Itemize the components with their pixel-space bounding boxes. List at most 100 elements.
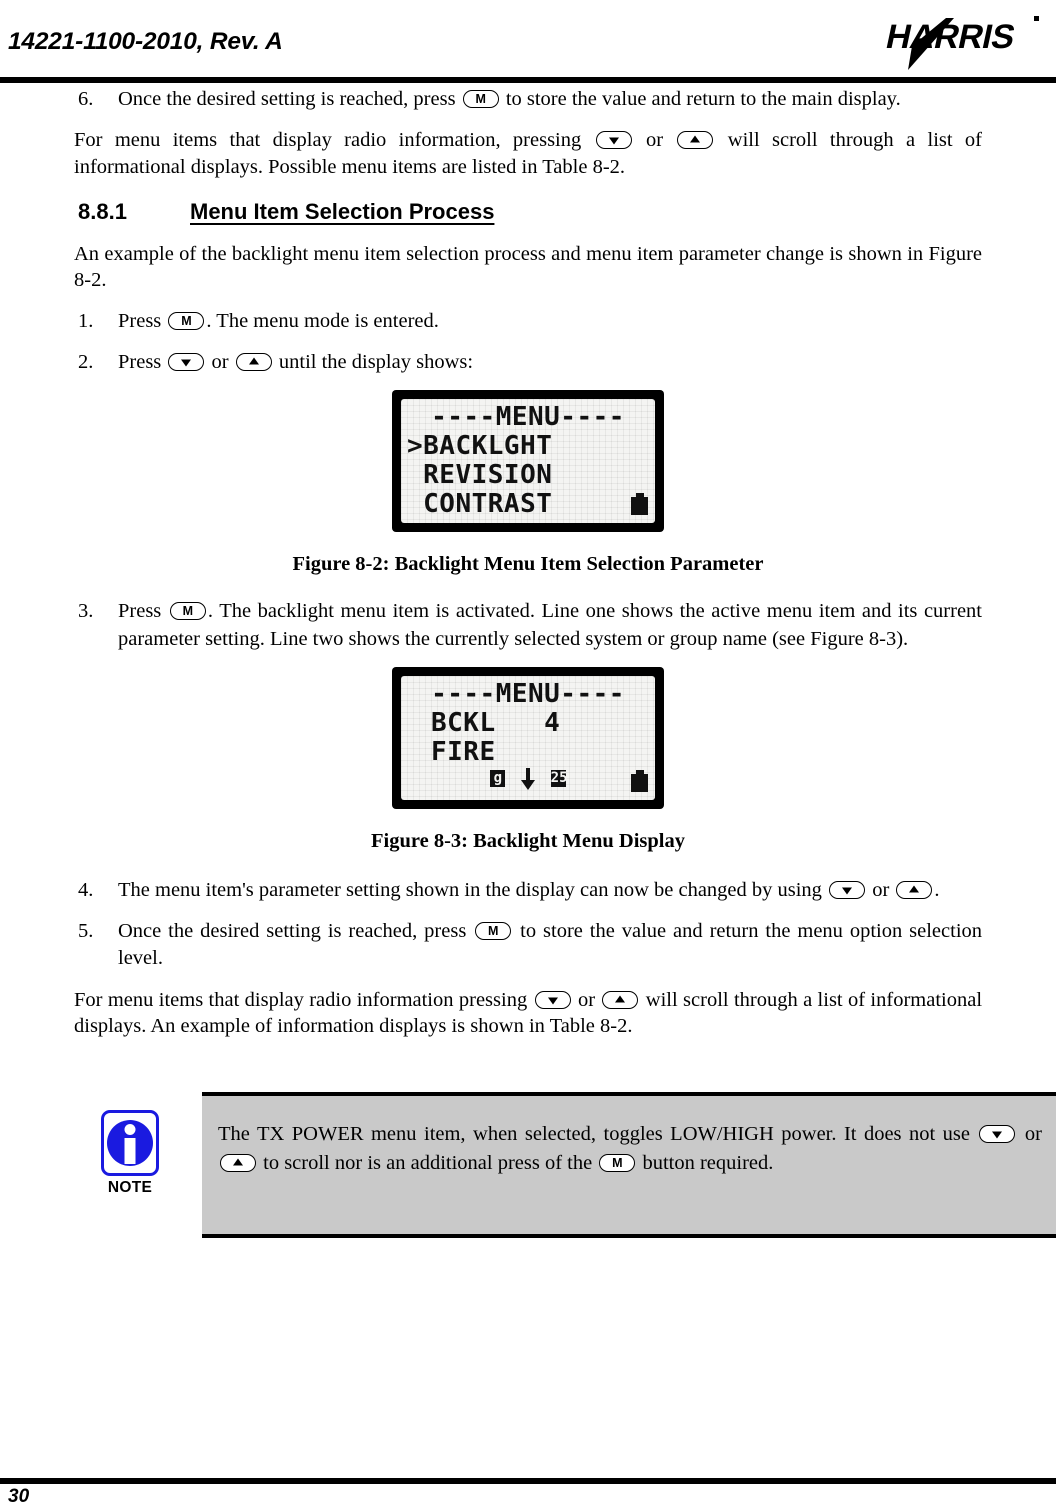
lcd-status-icon-row: g 25 (401, 767, 655, 794)
page-header: 14221-1100-2010, Rev. A HARRIS (0, 16, 1056, 83)
note-text-b: or (1024, 1123, 1042, 1145)
list-text-before: Press (118, 351, 162, 374)
channel-indicator-icon: 25 (550, 770, 568, 788)
list-text-after: . The menu mode is entered. (206, 309, 439, 332)
down-arrow-icon (520, 767, 536, 790)
note-label: NOTE (107, 1179, 153, 1196)
menu-key-icon[interactable]: M (475, 922, 512, 941)
group-indicator-icon: g (490, 770, 506, 788)
figure-caption: Figure 8-3: Backlight Menu Display (371, 829, 685, 852)
down-key-icon[interactable] (534, 990, 571, 1009)
down-key-icon[interactable] (168, 353, 205, 372)
battery-icon (631, 493, 648, 516)
lcd-line-4: CONTRAST (407, 489, 553, 520)
menu-key-icon[interactable]: M (168, 311, 205, 330)
list-number: 5. (78, 920, 94, 943)
battery-icon (631, 769, 648, 792)
lcd-line-2: BCKL 4 (431, 707, 561, 738)
lcd-line-3: FIRE (431, 736, 496, 767)
list-item: 1. Press M . The menu mode is entered. (74, 308, 982, 335)
list-text-before: Press (118, 309, 162, 332)
battery-body (631, 773, 648, 792)
lcd-line-3: REVISION (407, 460, 553, 491)
figure-8-3: ----MENU---- BCKL 4 FIRE g 25 Figure 8-3… (74, 666, 982, 853)
paragraph-scroll-info-1: For menu items that display radio inform… (74, 127, 982, 180)
radio-lcd-display: ----MENU---- BCKL 4 FIRE g 25 (392, 666, 664, 809)
note-text-c: to scroll nor is an additional press of … (263, 1152, 593, 1175)
list-text-mid: or (872, 878, 890, 901)
lcd-line-1: ----MENU---- (431, 678, 625, 709)
up-triangle-icon (909, 885, 920, 893)
list-text-before: The menu item's parameter setting shown … (118, 878, 822, 901)
menu-key-label: M (182, 604, 194, 619)
menu-key-icon[interactable]: M (599, 1154, 636, 1173)
up-triangle-icon (248, 357, 259, 365)
info-icon-stem (124, 1138, 136, 1164)
list-item: 2. Press or until the display shows: (74, 349, 982, 376)
list-number: 6. (78, 88, 94, 110)
header-rule (0, 77, 1056, 83)
menu-key-label: M (488, 924, 499, 939)
page-number: 30 (8, 1486, 30, 1507)
down-triangle-icon (181, 359, 192, 367)
document-number: 14221-1100-2010, Rev. A (8, 28, 283, 55)
down-triangle-icon (547, 997, 558, 1005)
up-key-icon[interactable] (220, 1154, 256, 1173)
down-triangle-icon (992, 1131, 1003, 1139)
paragraph-example-intro: An example of the backlight menu item se… (74, 242, 982, 292)
list-text-after: . (934, 878, 940, 901)
menu-key-label: M (181, 313, 192, 328)
list-item: 3. Press M. The backlight menu item is a… (74, 598, 982, 653)
down-triangle-icon (608, 137, 619, 145)
down-key-icon[interactable] (595, 131, 632, 150)
up-key-icon[interactable] (235, 353, 272, 372)
info-icon (101, 1110, 159, 1176)
paragraph-part-b: or (577, 988, 596, 1011)
list-text-mid: or (211, 351, 229, 374)
note-text: The TX POWER menu item, when selected, t… (218, 1120, 1042, 1178)
paragraph-scroll-info-2: For menu items that display radio inform… (74, 987, 982, 1040)
section-heading: 8.8.1 Menu Item Selection Process (74, 199, 982, 227)
paragraph-part-b: or (645, 129, 664, 152)
up-triangle-icon (233, 1158, 243, 1166)
paragraph-part-a: For menu items that display radio inform… (74, 129, 582, 152)
battery-body (631, 497, 648, 516)
list-item: 5. Once the desired setting is reached, … (74, 918, 982, 973)
lcd-screen: ----MENU---- >BACKLGHT REVISION CONTRAST (401, 399, 655, 524)
list-number: 2. (78, 351, 94, 374)
menu-key-icon[interactable]: M (462, 90, 499, 108)
figure-caption: Figure 8-2: Backlight Menu Item Selectio… (292, 553, 764, 576)
figure-8-2: ----MENU---- >BACKLGHT REVISION CONTRAST… (74, 390, 982, 576)
up-key-icon[interactable] (677, 131, 714, 150)
note-text-d: button required. (642, 1152, 774, 1175)
arrow-head (521, 779, 535, 790)
list-text-before: Once the desired setting is reached, pre… (118, 920, 467, 943)
document-page: 14221-1100-2010, Rev. A HARRIS 6. Once t… (0, 0, 1056, 1509)
paragraph-part-a: For menu items that display radio inform… (74, 988, 528, 1011)
list-text-after: . The backlight menu item is activated. … (118, 600, 983, 650)
svg-text:HARRIS: HARRIS (883, 18, 1018, 56)
note-block: NOTE The TX POWER menu item, when select… (74, 1092, 1056, 1238)
info-icon-dot (124, 1124, 136, 1135)
up-key-icon[interactable] (602, 990, 639, 1009)
down-key-icon[interactable] (979, 1125, 1016, 1143)
list-text-before: Once the desired setting is reached, pre… (118, 88, 456, 110)
list-text-before: Press (118, 600, 162, 623)
list-item: 4. The menu item's parameter setting sho… (74, 877, 982, 904)
down-triangle-icon (842, 887, 853, 895)
note-text-a: The TX POWER menu item, when selected, t… (218, 1123, 970, 1145)
note-icon-group: NOTE (94, 1110, 166, 1197)
note-body: The TX POWER menu item, when selected, t… (202, 1092, 1056, 1238)
section-title: Menu Item Selection Process (190, 198, 495, 224)
list-item: 6. Once the desired setting is reached, … (74, 86, 982, 113)
down-key-icon[interactable] (829, 880, 866, 899)
lcd-screen: ----MENU---- BCKL 4 FIRE g 25 (401, 675, 655, 800)
footer-rule (0, 1478, 1056, 1484)
section-number: 8.8.1 (78, 198, 127, 224)
menu-key-icon[interactable]: M (169, 602, 206, 621)
up-key-icon[interactable] (896, 880, 933, 899)
list-text-after: until the display shows: (278, 351, 474, 374)
menu-key-label: M (475, 92, 486, 106)
up-triangle-icon (690, 135, 701, 143)
main-content: 6. Once the desired setting is reached, … (74, 86, 982, 1054)
